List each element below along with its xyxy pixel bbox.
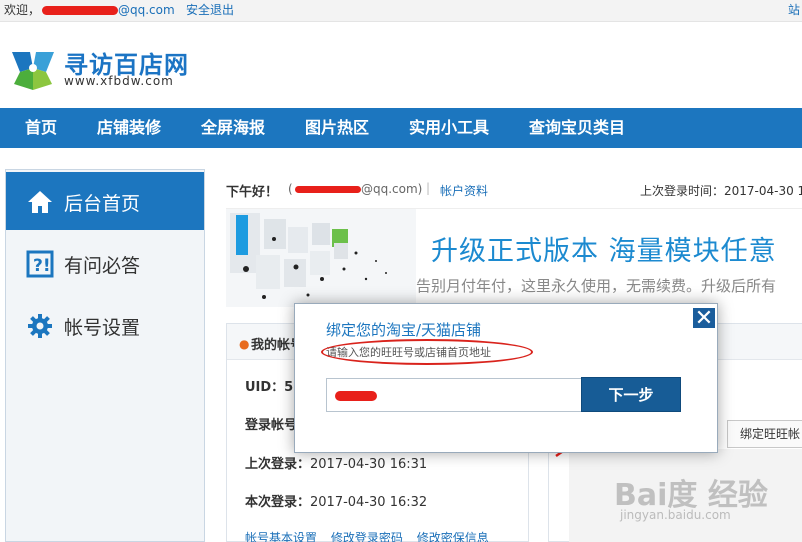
baidu-jingyan-watermark: Bai度 经验 jingyan.baidu.com	[612, 452, 802, 542]
last-login-time: 上次登录时间：2017-04-30 1	[640, 184, 802, 198]
welcome-text: 欢迎，	[4, 3, 41, 17]
home-icon	[28, 191, 52, 213]
logo-mark-icon	[12, 52, 54, 90]
last-login-label: 上次登录：	[245, 457, 311, 472]
nav-item-category-query[interactable]: 查询宝贝类目	[529, 108, 625, 148]
greeting-paren: (	[288, 182, 293, 196]
redacted-email	[295, 186, 361, 193]
basic-settings-link[interactable]: 帐号基本设置	[245, 531, 317, 542]
sidebar-item-label: 后台首页	[64, 193, 141, 215]
site-link[interactable]: 站	[788, 0, 800, 21]
login-account-row: 登录帐号	[245, 414, 297, 433]
logout-link[interactable]: 安全退出	[186, 0, 234, 21]
sidebar-item-account-settings[interactable]: 帐号设置	[6, 296, 204, 354]
greeting-email: @qq.com)	[361, 182, 423, 196]
banner-subtext: 告别月付年付，这里永久使用，无需续费。升级后所有	[416, 277, 777, 295]
sidebar-item-label: 有问必答	[64, 255, 141, 277]
user-email-link[interactable]: @qq.com	[118, 0, 175, 21]
logo-url: www.xfbdw.com	[64, 74, 174, 88]
greeting: 下午好！	[226, 181, 278, 200]
upgrade-banner[interactable]: 升级正式版本 海量模块任意 告别月付年付，这里永久使用，无需续费。升级后所有	[226, 208, 802, 307]
last-login-row: 上次登录：2017-04-30 16:31	[245, 453, 427, 472]
nav-item-shop-decoration[interactable]: 店铺装修	[97, 108, 161, 148]
bind-shop-dialog: ✕ 绑定您的淘宝/天猫店铺 请输入您的旺旺号或店铺首页地址 下一步	[294, 303, 718, 453]
watermark-site: jingyan.baidu.com	[620, 508, 731, 522]
close-icon[interactable]: ✕	[691, 306, 717, 330]
account-links: 帐号基本设置 修改登录密码 修改密保信息	[245, 529, 499, 542]
login-account-label: 登录帐号	[245, 418, 298, 433]
last-login-value: 2017-04-30 16:31	[310, 457, 428, 472]
next-step-button[interactable]: 下一步	[581, 377, 681, 412]
this-login-label: 本次登录：	[245, 495, 311, 510]
top-bar: 欢迎， @qq.com 安全退出 站	[0, 0, 802, 22]
svg-text:?!: ?!	[33, 256, 51, 276]
sidebar-item-faq[interactable]: ?! 有问必答	[6, 234, 204, 292]
redacted-input-value	[335, 391, 377, 401]
question-icon: ?!	[26, 250, 54, 278]
bullet-icon: ●	[239, 337, 250, 351]
sidebar: 后台首页 ?! 有问必答 帐号设置	[5, 169, 205, 542]
nav-item-home[interactable]: 首页	[25, 108, 57, 148]
shop-address-input[interactable]	[326, 378, 582, 412]
redacted-username	[42, 6, 118, 15]
change-password-link[interactable]: 修改登录密码	[331, 531, 403, 542]
banner-headline: 升级正式版本 海量模块任意	[431, 236, 777, 267]
main-nav: 首页 店铺装修 全屏海报 图片热区 实用小工具 查询宝贝类目	[0, 108, 802, 148]
gear-icon	[28, 314, 52, 338]
greeting-text: 下午好！	[226, 185, 279, 200]
this-login-value: 2017-04-30 16:32	[310, 495, 428, 510]
greeting-separator: |	[426, 181, 431, 195]
nav-item-image-hotspot[interactable]: 图片热区	[305, 108, 369, 148]
banner-art-image	[226, 209, 416, 307]
nav-item-fullscreen-poster[interactable]: 全屏海报	[201, 108, 265, 148]
sidebar-item-label: 帐号设置	[64, 317, 141, 339]
annotation-ellipse	[321, 339, 533, 365]
dialog-title: 绑定您的淘宝/天猫店铺	[326, 321, 482, 339]
sidebar-item-dashboard[interactable]: 后台首页	[6, 172, 204, 230]
bind-wangwang-button[interactable]: 绑定旺旺帐	[727, 420, 802, 448]
nav-item-tools[interactable]: 实用小工具	[409, 108, 489, 148]
account-profile-link[interactable]: 帐户资料	[440, 182, 488, 199]
change-security-link[interactable]: 修改密保信息	[417, 531, 489, 542]
this-login-row: 本次登录：2017-04-30 16:32	[245, 491, 427, 510]
site-logo[interactable]: 寻访百店网 www.xfbdw.com	[8, 42, 208, 94]
